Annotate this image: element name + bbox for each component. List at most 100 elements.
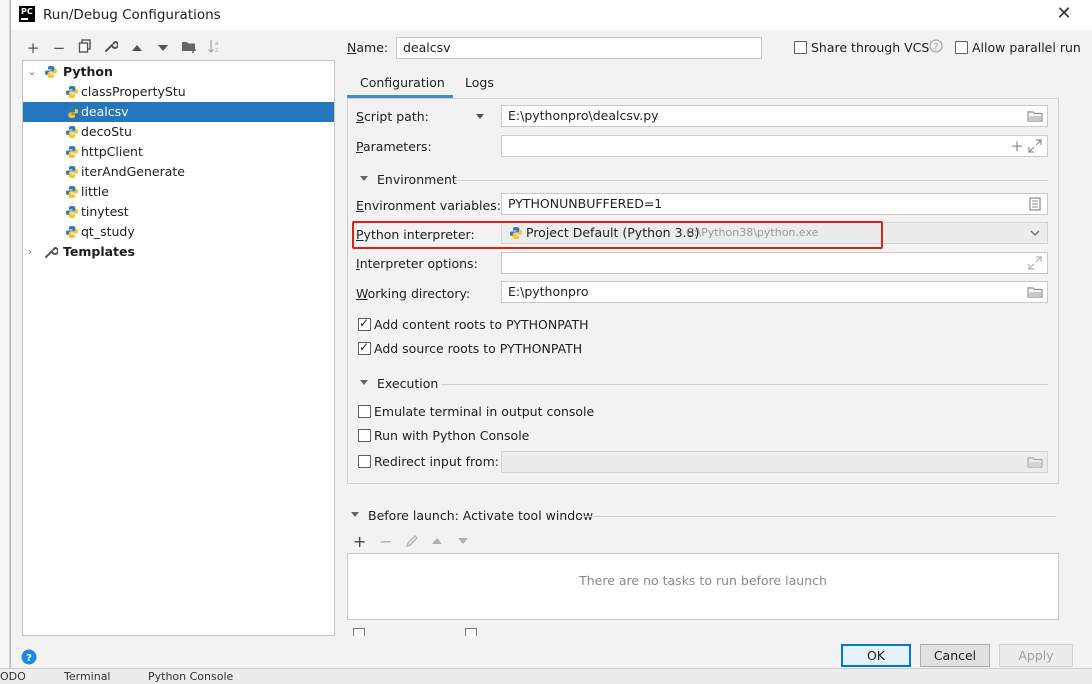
expand-icon[interactable] <box>1027 138 1043 154</box>
show-page-checkbox[interactable] <box>353 628 365 636</box>
add-task-icon[interactable]: + <box>353 532 366 551</box>
chevron-down-icon[interactable]: ⌄ <box>26 62 38 82</box>
redirect-input-field[interactable] <box>501 451 1048 473</box>
folder-icon[interactable] <box>1027 108 1043 124</box>
title-bar: PC Run/Debug Configurations ✕ <box>11 0 1092 30</box>
move-down-icon[interactable] <box>457 536 469 546</box>
tree-item-label: tinytest <box>81 204 129 219</box>
plus-icon[interactable]: + <box>23 38 43 58</box>
python-run-config-icon <box>66 166 78 178</box>
collapse-arrow-icon[interactable] <box>359 175 369 183</box>
tree-item-label: decoStu <box>81 124 132 139</box>
chevron-down-icon[interactable] <box>1027 225 1043 241</box>
section-divider <box>581 516 1056 517</box>
tree-group-python[interactable]: ⌄ Python <box>23 62 334 82</box>
svg-text:a: a <box>215 40 219 47</box>
folder-icon[interactable] <box>1027 284 1043 300</box>
window-title: Run/Debug Configurations <box>43 7 221 23</box>
folder-icon[interactable] <box>1027 454 1043 470</box>
content-roots-checkbox[interactable] <box>358 316 371 331</box>
tree-group-templates[interactable]: › Templates <box>23 242 334 262</box>
section-divider <box>441 384 1048 385</box>
tree-group-label: Templates <box>63 244 135 259</box>
tree-item-httpclient[interactable]: httpClient <box>23 142 334 162</box>
move-down-icon[interactable] <box>153 38 173 58</box>
document-icon[interactable] <box>1027 196 1043 212</box>
tree-item-decostu[interactable]: decoStu <box>23 122 334 142</box>
python-icon <box>45 66 57 78</box>
parameters-label: Parameters: <box>356 139 432 154</box>
sort-icon[interactable]: az <box>205 38 225 58</box>
chevron-right-icon[interactable]: › <box>24 242 36 262</box>
help-icon[interactable]: ? <box>21 649 37 665</box>
redirect-input-checkbox[interactable] <box>358 455 371 468</box>
tree-item-tinytest[interactable]: tinytest <box>23 202 334 222</box>
source-roots-checkbox[interactable] <box>358 340 371 355</box>
parameters-field[interactable]: + <box>501 135 1048 157</box>
env-vars-field[interactable]: PYTHONUNBUFFERED=1 <box>501 193 1048 215</box>
tab-configuration[interactable]: Configuration <box>347 70 453 98</box>
name-label: Name: <box>347 40 389 55</box>
python-interpreter-select[interactable]: Project Default (Python 3.8) C:\Python38… <box>501 222 1048 244</box>
tree-item-little[interactable]: little <box>23 182 334 202</box>
edit-icon[interactable] <box>405 534 419 548</box>
python-run-config-icon <box>66 146 78 158</box>
python-console-checkbox[interactable] <box>358 429 371 442</box>
tree-item-classpropertystu[interactable]: classPropertyStu <box>23 82 334 102</box>
plus-icon[interactable]: + <box>1009 138 1025 154</box>
tab-configuration-label: Configuration <box>360 75 445 90</box>
tree-item-dealcsv[interactable]: dealcsv <box>23 102 334 122</box>
emulate-terminal-checkbox[interactable] <box>358 405 371 418</box>
wrench-icon[interactable] <box>101 38 121 58</box>
redirect-input-label: Redirect input from: <box>374 454 499 469</box>
python-run-config-icon <box>66 126 78 138</box>
collapse-arrow-icon[interactable] <box>350 511 360 519</box>
env-vars-label: Environment variables: <box>356 198 501 213</box>
share-vcs-checkbox[interactable] <box>794 41 807 54</box>
working-dir-value: E:\pythonpro <box>508 284 589 299</box>
tree-item-label: httpClient <box>81 144 143 159</box>
ok-button[interactable]: OK <box>841 644 911 667</box>
interpreter-options-field[interactable] <box>501 252 1048 274</box>
close-icon[interactable]: ✕ <box>1053 4 1075 26</box>
activate-window-checkbox[interactable] <box>465 628 477 636</box>
source-roots-label: Add source roots to PYTHONPATH <box>374 341 583 356</box>
remove-task-icon[interactable]: − <box>379 532 392 551</box>
tab-logs-label: Logs <box>465 75 494 90</box>
python-console-tab: Python Console <box>148 670 234 683</box>
python-run-config-icon <box>66 186 78 198</box>
tree-item-label: dealcsv <box>81 104 129 119</box>
python-interpreter-label: Python interpreter: <box>356 227 475 242</box>
tree-item-iterandgenerate[interactable]: iterAndGenerate <box>23 162 334 182</box>
before-launch-task-list: There are no tasks to run before launch <box>347 553 1059 620</box>
apply-button[interactable]: Apply <box>999 644 1073 667</box>
allow-parallel-label: Allow parallel run <box>972 40 1081 55</box>
terminal-tab: Terminal <box>64 670 111 683</box>
cancel-button[interactable]: Cancel <box>920 644 990 667</box>
tree-item-label: iterAndGenerate <box>81 164 185 179</box>
python-run-config-icon <box>66 106 78 118</box>
minus-icon[interactable]: − <box>49 38 69 58</box>
wrench-icon <box>45 246 58 258</box>
svg-text:?: ? <box>934 43 939 53</box>
allow-parallel-checkbox[interactable] <box>955 41 968 54</box>
execution-section-title: Execution <box>377 376 439 391</box>
interpreter-value: Project Default (Python 3.8) <box>526 225 700 240</box>
expand-icon[interactable] <box>1027 255 1043 271</box>
move-up-icon[interactable] <box>431 536 443 546</box>
working-directory-field[interactable]: E:\pythonpro <box>501 281 1048 303</box>
script-path-value: E:\pythonpro\dealcsv.py <box>508 108 659 123</box>
folder-add-icon[interactable] <box>179 38 199 58</box>
tab-logs[interactable]: Logs <box>457 70 503 98</box>
svg-text:z: z <box>215 47 218 53</box>
script-path-field[interactable]: E:\pythonpro\dealcsv.py <box>501 105 1048 127</box>
name-field[interactable]: dealcsv <box>396 37 762 59</box>
collapse-arrow-icon[interactable] <box>359 379 369 387</box>
tree-item-qt-study[interactable]: qt_study <box>23 222 334 242</box>
before-launch-title: Before launch: Activate tool window <box>368 508 594 523</box>
help-icon[interactable]: ? <box>929 39 943 53</box>
script-path-label: Script path: <box>356 109 429 124</box>
copy-icon[interactable] <box>75 38 95 58</box>
dropdown-arrow-icon[interactable] <box>475 113 485 121</box>
move-up-icon[interactable] <box>127 38 147 58</box>
